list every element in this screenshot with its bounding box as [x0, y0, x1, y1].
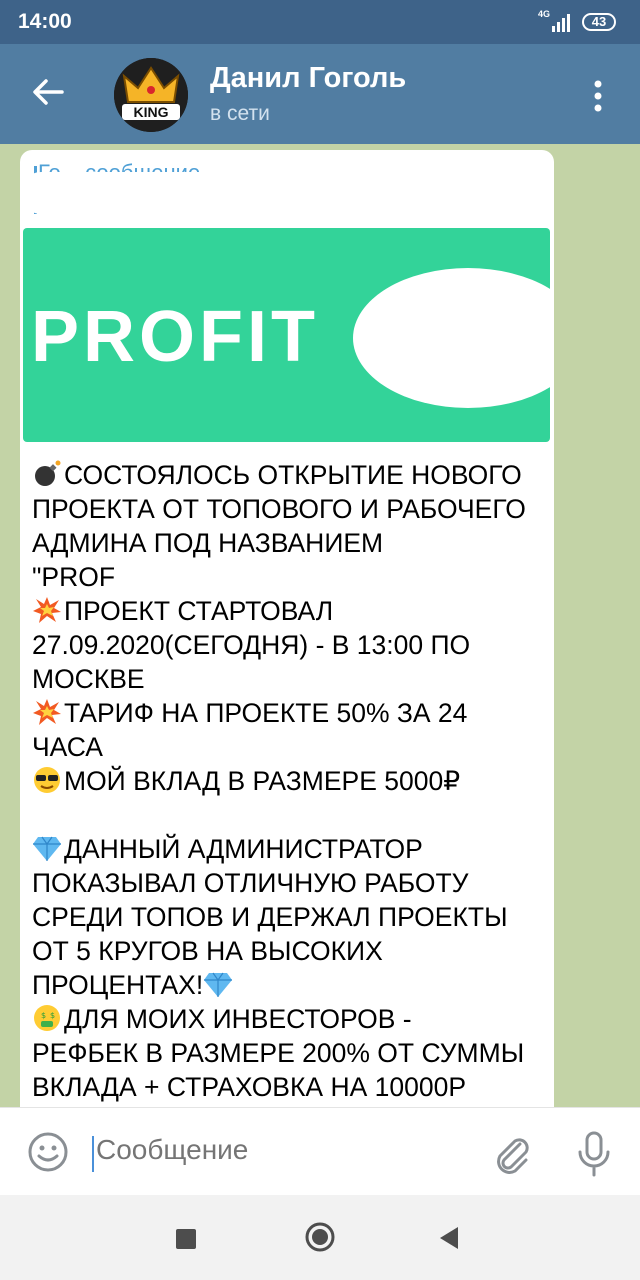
redaction-scribble	[20, 172, 380, 214]
more-options-icon[interactable]	[588, 76, 608, 116]
contact-status: в сети	[210, 102, 270, 125]
message-line-text: СОСТОЯЛОСЬ ОТКРЫТИЕ НОВОГО	[64, 460, 522, 490]
message-line: ОТ 5 КРУГОВ НА ВЫСОКИХ	[32, 934, 548, 968]
message-bubble[interactable]: Го... сообщение PROFIT СОСТОЯЛОСЬ ОТКРЫТ…	[20, 150, 554, 1107]
microphone-icon[interactable]	[574, 1130, 614, 1178]
message-line: 27.09.2020(СЕГОДНЯ) - В 13:00 ПО	[32, 628, 548, 662]
home-button[interactable]	[304, 1221, 336, 1253]
message-line: ПРОЕКТА ОТ ТОПОВОГО И РАБОЧЕГО	[32, 492, 548, 526]
message-line: ТАРИФ НА ПРОЕКТЕ 50% ЗА 24	[32, 696, 548, 730]
chat-area[interactable]: Го... сообщение PROFIT СОСТОЯЛОСЬ ОТКРЫТ…	[0, 144, 640, 1107]
message-line: ВКЛАДА + СТРАХОВКА НА 10000Р	[32, 1070, 548, 1104]
svg-text:$: $	[41, 1011, 46, 1020]
text-cursor	[92, 1136, 94, 1172]
back-arrow-icon[interactable]	[30, 74, 66, 110]
svg-text:KING: KING	[134, 104, 169, 120]
message-line-text: ПОКАЗЫВАЛ ОТЛИЧНУЮ РАБОТУ	[32, 868, 469, 898]
status-bar: 14:00 4G 43	[0, 0, 640, 44]
message-input[interactable]	[96, 1134, 476, 1166]
message-line-text: ПРОЦЕНТАХ!	[32, 970, 204, 1000]
message-line: ЧАСА	[32, 730, 548, 764]
message-line-text: МОСКВЕ	[32, 664, 145, 694]
message-line-text: РЕФБЕК В РАЗМЕРЕ 200% ОТ СУММЫ	[32, 1038, 525, 1068]
message-line	[32, 798, 548, 832]
gem-icon	[203, 970, 233, 998]
message-line: РЕФБЕК В РАЗМЕРЕ 200% ОТ СУММЫ	[32, 1036, 548, 1070]
message-line: ПОКАЗЫВАЛ ОТЛИЧНУЮ РАБОТУ	[32, 866, 548, 900]
battery-icon: 43	[582, 13, 616, 31]
svg-text:$: $	[50, 1011, 55, 1020]
system-back-button[interactable]	[436, 1225, 460, 1251]
redaction-scribble	[353, 268, 550, 408]
message-text: СОСТОЯЛОСЬ ОТКРЫТИЕ НОВОГО ПРОЕКТА ОТ ТОП…	[32, 458, 548, 1104]
message-line-text: ВКЛАДА + СТРАХОВКА НА 10000Р	[32, 1072, 467, 1102]
message-line-text: СРЕДИ ТОПОВ И ДЕРЖАЛ ПРОЕКТЫ	[32, 902, 508, 932]
recent-apps-button[interactable]	[176, 1229, 196, 1249]
chat-header: KING Данил Гоголь в сети	[0, 44, 640, 144]
signal-icon	[552, 14, 570, 32]
message-line-text: "PROF	[32, 562, 116, 592]
message-line-text: ДЛЯ МОИХ ИНВЕСТОРОВ -	[64, 1004, 412, 1034]
message-line: МОЙ ВКЛАД В РАЗМЕРЕ 5000₽	[32, 764, 548, 798]
gem-icon	[32, 834, 62, 862]
system-nav-bar	[0, 1195, 640, 1280]
message-line: АДМИНА ПОД НАЗВАНИЕМ	[32, 526, 548, 560]
message-line: СОСТОЯЛОСЬ ОТКРЫТИЕ НОВОГО	[32, 458, 548, 492]
money-mouth-face-icon: $ $	[32, 1004, 62, 1032]
message-line: СРЕДИ ТОПОВ И ДЕРЖАЛ ПРОЕКТЫ	[32, 900, 548, 934]
avatar[interactable]: KING	[114, 58, 188, 132]
clock: 14:00	[18, 10, 72, 33]
image-banner[interactable]: PROFIT	[23, 228, 550, 442]
crown-icon: KING	[114, 58, 188, 132]
message-line-text: ЧАСА	[32, 732, 103, 762]
message-line-text: ПРОЕКТ СТАРТОВАЛ	[64, 596, 334, 626]
message-line: ПРОЕКТ СТАРТОВАЛ	[32, 594, 548, 628]
message-line-text: ПРОЕКТА ОТ ТОПОВОГО И РАБОЧЕГО	[32, 494, 526, 524]
message-line: ПРОЦЕНТАХ!	[32, 968, 548, 1002]
message-line-text: ОТ 5 КРУГОВ НА ВЫСОКИХ	[32, 936, 383, 966]
paperclip-icon[interactable]	[490, 1132, 534, 1176]
message-input-bar	[0, 1107, 640, 1196]
message-line: $ $ ДЛЯ МОИХ ИНВЕСТОРОВ -	[32, 1002, 548, 1036]
message-line: "PROF	[32, 560, 548, 594]
banner-text: PROFIT	[31, 297, 319, 377]
contact-name[interactable]: Данил Гоголь	[210, 62, 406, 95]
message-line-text: ДАННЫЙ АДМИНИСТРАТОР	[64, 834, 423, 864]
message-line-text: АДМИНА ПОД НАЗВАНИЕМ	[32, 528, 384, 558]
smiley-icon[interactable]	[26, 1130, 70, 1174]
message-line-text: ТАРИФ НА ПРОЕКТЕ 50% ЗА 24	[64, 698, 468, 728]
message-line-text: 27.09.2020(СЕГОДНЯ) - В 13:00 ПО	[32, 630, 471, 660]
message-line-text: МОЙ ВКЛАД В РАЗМЕРЕ 5000₽	[64, 766, 461, 796]
message-line: ДАННЫЙ АДМИНИСТРАТОР	[32, 832, 548, 866]
sunglasses-face-icon	[32, 766, 62, 794]
collision-icon	[32, 698, 62, 726]
bomb-icon	[32, 460, 62, 488]
message-line: МОСКВЕ	[32, 662, 548, 696]
collision-icon	[32, 596, 62, 624]
